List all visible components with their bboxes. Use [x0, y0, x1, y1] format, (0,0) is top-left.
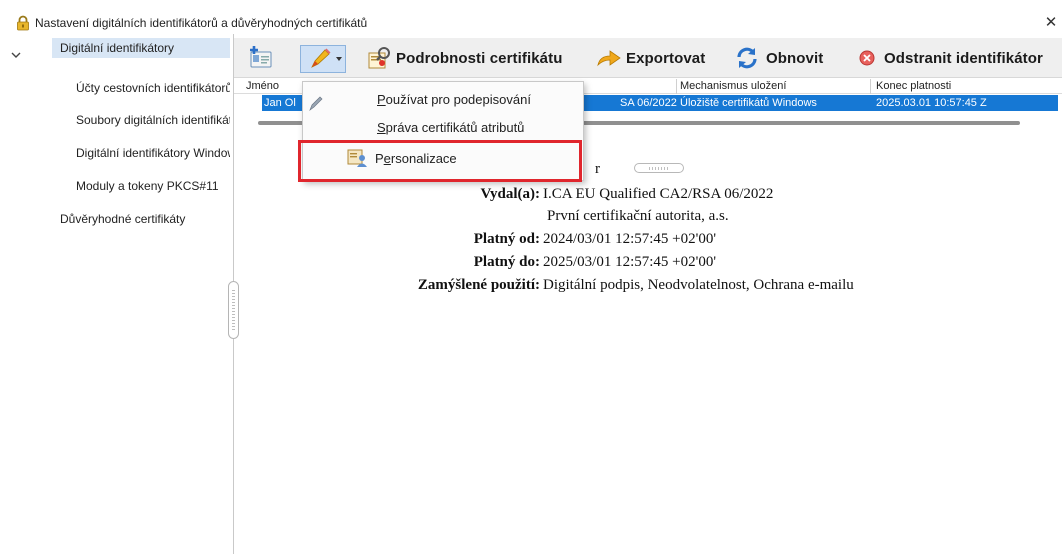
pane-splitter-handle[interactable] [634, 163, 684, 173]
menu-separator [309, 142, 577, 143]
remove-id-button[interactable]: Odstranit identifikátor [854, 44, 1043, 72]
lock-icon [13, 13, 33, 33]
chevron-down-icon[interactable] [10, 49, 22, 61]
chevron-down-icon [336, 57, 342, 61]
export-button[interactable]: Exportovat [596, 44, 705, 72]
add-id-icon [248, 45, 274, 71]
intended-usage-label: Zamýšlené použití: [417, 277, 540, 293]
pen-icon [307, 46, 333, 72]
menu-item-use-for-signing[interactable]: Používat pro podepisování [309, 92, 531, 112]
personalization-icon [347, 149, 367, 167]
remove-id-label: Odstranit identifikátor [884, 49, 1043, 67]
export-label: Exportovat [626, 49, 706, 67]
pen-dropdown-menu: Používat pro podepisování Správa certifi… [302, 81, 584, 181]
valid-to-label: Platný do: [473, 254, 540, 270]
certificate-details-button[interactable]: Podrobnosti certifikátu [366, 44, 562, 72]
sidebar-item-label: Digitální identifikátory Windows [76, 146, 230, 160]
detail-fragment: r [595, 161, 600, 177]
title-bar: Nastavení digitálních identifikátorů a d… [0, 12, 1062, 34]
sidebar-item-label: Důvěryhodné certifikáty [60, 212, 186, 226]
sidebar-item-label: Soubory digitálních identifikátorů [76, 113, 230, 127]
valid-from-label: Platný od: [473, 231, 540, 247]
refresh-button[interactable]: Obnovit [734, 44, 823, 72]
cell-issuer: SA 06/2022 [620, 97, 677, 109]
certificate-details-label: Podrobnosti certifikátu [396, 49, 563, 67]
detail-issued-by-label-row: Vydal(a): [234, 186, 540, 206]
cell-name: Jan Ol [264, 97, 296, 109]
refresh-icon [734, 45, 760, 71]
sidebar-item-label: Digitální identifikátory [60, 41, 175, 55]
add-id-button[interactable] [248, 44, 274, 72]
refresh-label: Obnovit [766, 49, 824, 67]
pen-menu-button[interactable] [300, 45, 346, 73]
usage-label-row: Zamýšlené použití: [234, 277, 540, 297]
sidebar-item-windows-ids[interactable]: Digitální identifikátory Windows [76, 143, 230, 163]
menu-item-manage-attribute-certificates[interactable]: Správa certifikátů atributů [377, 120, 524, 135]
issued-by-label: Vydal(a): [480, 186, 540, 202]
cell-expires: 2025.03.01 10:57:45 Z [876, 97, 987, 109]
certificate-details-icon [366, 45, 392, 71]
sidebar-item-pkcs11[interactable]: Moduly a tokeny PKCS#11 [76, 176, 230, 196]
window-title: Nastavení digitálních identifikátorů a d… [35, 16, 368, 30]
sidebar-item-digital-ids[interactable]: Digitální identifikátory [52, 38, 230, 58]
sidebar-item-label: Účty cestovních identifikátorů [76, 81, 230, 95]
column-header-name[interactable]: Jméno [246, 80, 279, 92]
sidebar: Digitální identifikátory Účty cestovních… [0, 34, 232, 554]
cell-storage: Úložiště certifikátů Windows [680, 97, 817, 109]
toolbar: Podrobnosti certifikátu Exportovat Obnov… [234, 38, 1062, 78]
menu-item-personalization[interactable]: Pe rsonalizace [347, 148, 457, 168]
remove-icon [854, 45, 880, 71]
sidebar-item-label: Moduly a tokeny PKCS#11 [76, 179, 219, 193]
export-arrow-icon [596, 45, 622, 71]
sidebar-item-trusted-certs[interactable]: Důvěryhodné certifikáty [60, 209, 230, 229]
pen-icon [309, 96, 323, 112]
close-button[interactable]: ✕ [1042, 14, 1060, 32]
column-header-storage[interactable]: Mechanismus uložení [680, 80, 786, 92]
column-header-expires[interactable]: Konec platnosti [876, 80, 951, 92]
sidebar-item-roaming-ids[interactable]: Účty cestovních identifikátorů [76, 78, 230, 98]
valid-to-label-row: Platný do: [234, 254, 540, 274]
sidebar-item-id-files[interactable]: Soubory digitálních identifikátorů [76, 110, 230, 130]
valid-from-label-row: Platný od: [234, 231, 540, 251]
